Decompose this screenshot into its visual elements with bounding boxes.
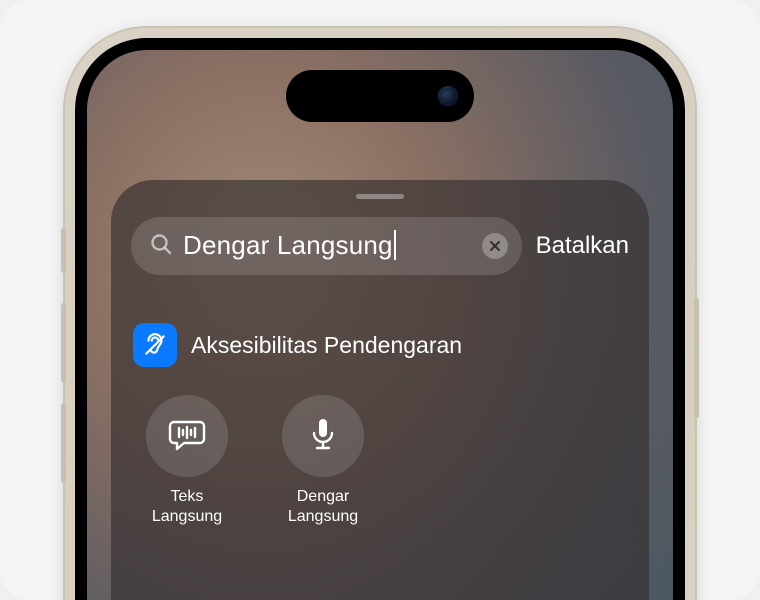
clear-search-button[interactable] — [482, 233, 508, 259]
front-camera — [438, 86, 458, 106]
cancel-button[interactable]: Batalkan — [536, 232, 629, 260]
sheet-grabber[interactable] — [356, 194, 404, 199]
control-center-search-panel: Dengar Langsung Batalkan — [111, 180, 649, 600]
search-icon — [149, 232, 173, 261]
shortcuts-row: Teks Langsung — [131, 395, 629, 527]
search-row: Dengar Langsung Batalkan — [131, 217, 629, 275]
search-input-value[interactable]: Dengar Langsung — [183, 230, 472, 262]
shortcut-label: Teks Langsung — [152, 487, 222, 527]
shortcut-live-captions[interactable]: Teks Langsung — [137, 395, 237, 527]
volume-up-button — [61, 303, 66, 383]
mute-switch — [61, 228, 66, 273]
microphone-icon — [302, 413, 344, 460]
power-button — [694, 298, 699, 418]
dynamic-island — [286, 70, 474, 122]
shortcut-label: Dengar Langsung — [288, 487, 358, 527]
phone-screen: Dengar Langsung Batalkan — [75, 38, 685, 600]
shortcut-circle — [146, 395, 228, 477]
section-title: Aksesibilitas Pendengaran — [191, 332, 462, 359]
phone-device-frame: Dengar Langsung Batalkan — [65, 28, 695, 600]
shortcut-live-listen[interactable]: Dengar Langsung — [273, 395, 373, 527]
section-header: Aksesibilitas Pendengaran — [131, 323, 629, 367]
image-frame: Dengar Langsung Batalkan — [0, 0, 760, 600]
live-captions-icon — [166, 413, 208, 460]
search-field[interactable]: Dengar Langsung — [131, 217, 522, 275]
volume-down-button — [61, 403, 66, 483]
shortcut-circle — [282, 395, 364, 477]
hearing-accessibility-icon — [133, 323, 177, 367]
